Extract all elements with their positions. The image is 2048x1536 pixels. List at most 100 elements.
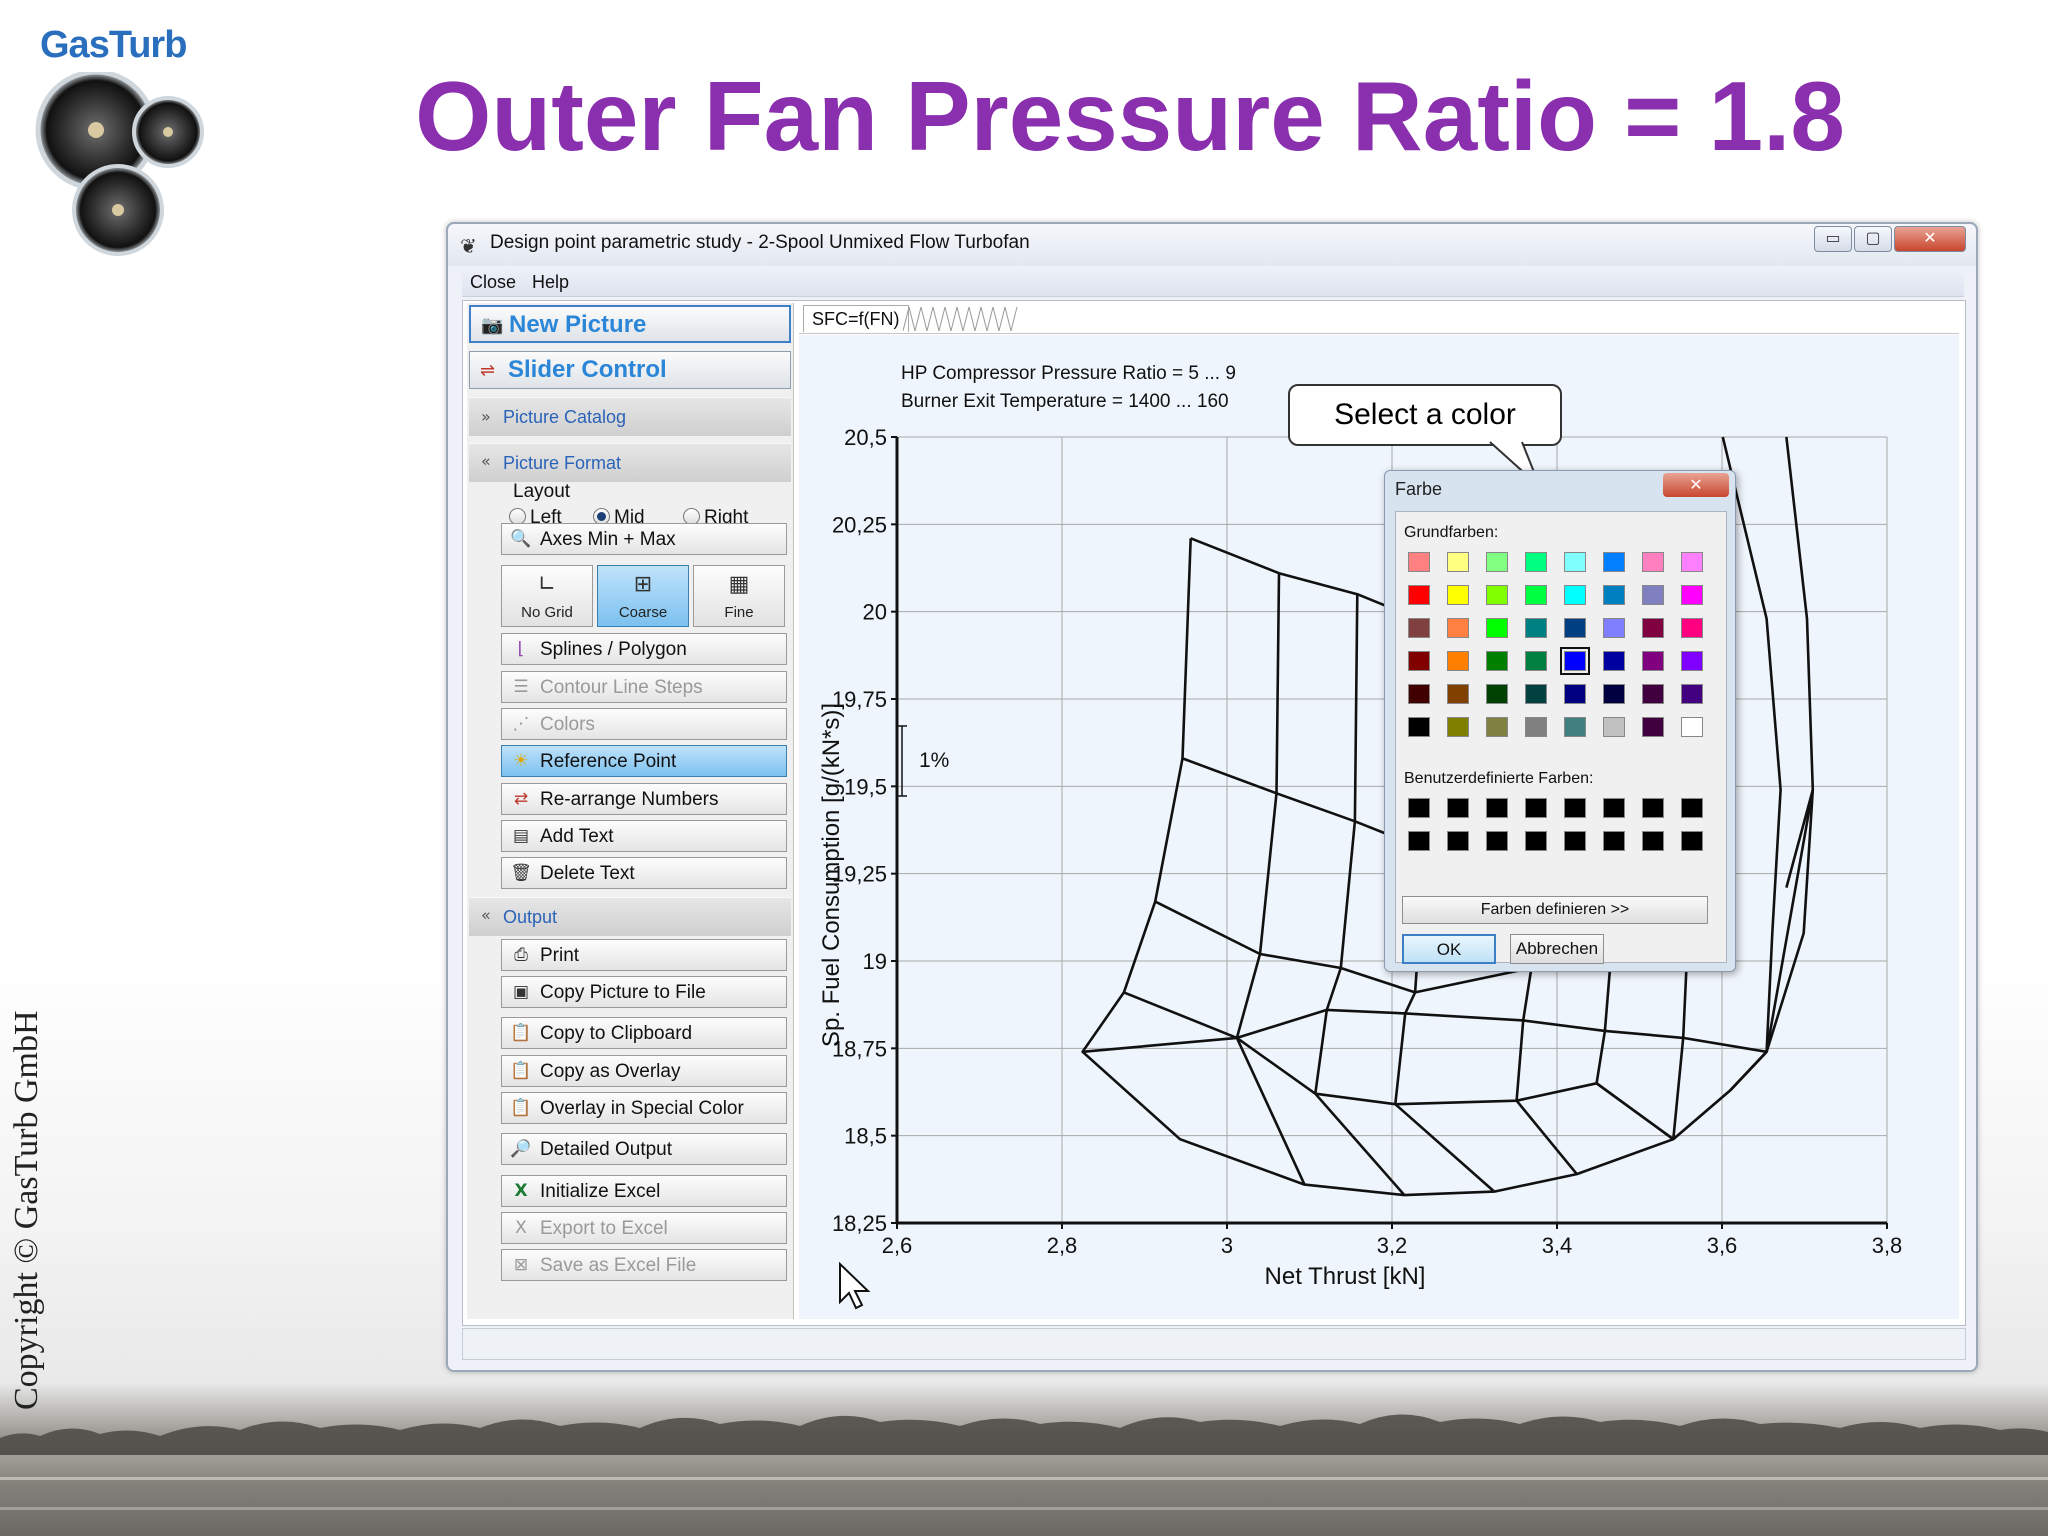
basic-color-swatch[interactable] (1447, 618, 1469, 638)
ok-button[interactable]: OK (1402, 934, 1496, 964)
basic-color-swatch[interactable] (1564, 684, 1586, 704)
define-colors-button[interactable]: Farben definieren >> (1402, 896, 1708, 924)
splines-polygon-button[interactable]: ⌊ Splines / Polygon (501, 633, 787, 665)
custom-color-swatch[interactable] (1564, 798, 1586, 818)
coarse-grid-button[interactable]: ⊞ Coarse (597, 565, 689, 627)
detailed-output-button[interactable]: 🔎 Detailed Output (501, 1133, 787, 1165)
basic-color-swatch[interactable] (1525, 585, 1547, 605)
basic-color-swatch[interactable] (1486, 585, 1508, 605)
basic-color-swatch[interactable] (1408, 717, 1430, 737)
basic-color-swatch[interactable] (1681, 717, 1703, 737)
reference-point-button[interactable]: ☀ Reference Point (501, 745, 787, 777)
initialize-excel-button[interactable]: X Initialize Excel (501, 1175, 787, 1207)
basic-color-swatch[interactable] (1408, 552, 1430, 572)
minimize-button[interactable]: ▭ (1814, 226, 1852, 252)
custom-color-swatch[interactable] (1642, 798, 1664, 818)
rearrange-numbers-button[interactable]: ⇄ Re-arrange Numbers (501, 783, 787, 815)
overlay-special-color-button[interactable]: 📋 Overlay in Special Color (501, 1092, 787, 1124)
custom-color-swatch[interactable] (1447, 831, 1469, 851)
custom-color-swatch[interactable] (1681, 831, 1703, 851)
section-picture-format[interactable]: » Picture Format (469, 443, 791, 482)
close-window-button[interactable]: ✕ (1894, 226, 1966, 252)
export-to-excel-button[interactable]: X Export to Excel (501, 1212, 787, 1244)
basic-color-swatch[interactable] (1642, 585, 1664, 605)
basic-color-swatch[interactable] (1525, 618, 1547, 638)
basic-color-swatch[interactable] (1642, 552, 1664, 572)
basic-color-swatch[interactable] (1681, 684, 1703, 704)
custom-color-swatch[interactable] (1642, 831, 1664, 851)
slider-control-button[interactable]: ⇌ Slider Control (469, 351, 791, 389)
basic-color-swatch[interactable] (1564, 717, 1586, 737)
maximize-button[interactable]: ▢ (1854, 226, 1892, 252)
basic-color-swatch[interactable] (1681, 552, 1703, 572)
basic-color-swatch[interactable] (1408, 651, 1430, 671)
basic-color-swatch[interactable] (1603, 618, 1625, 638)
basic-color-swatch[interactable] (1486, 651, 1508, 671)
new-picture-button[interactable]: 📷 New Picture (469, 305, 791, 343)
basic-color-swatch[interactable] (1408, 618, 1430, 638)
basic-color-swatch[interactable] (1642, 717, 1664, 737)
basic-color-swatch[interactable] (1681, 618, 1703, 638)
basic-color-swatch[interactable] (1525, 552, 1547, 572)
basic-color-swatch[interactable] (1603, 717, 1625, 737)
basic-color-swatch[interactable] (1525, 684, 1547, 704)
section-picture-catalog[interactable]: » Picture Catalog (469, 397, 791, 436)
basic-color-swatch[interactable] (1486, 717, 1508, 737)
custom-color-swatch[interactable] (1681, 798, 1703, 818)
custom-color-swatch[interactable] (1525, 831, 1547, 851)
custom-color-swatch[interactable] (1486, 831, 1508, 851)
basic-color-swatch[interactable] (1681, 585, 1703, 605)
menu-help[interactable]: Help (532, 272, 569, 293)
menu-close[interactable]: Close (470, 272, 516, 293)
axes-min-max-button[interactable]: 🔍 Axes Min + Max (501, 523, 787, 555)
basic-color-swatch[interactable] (1642, 618, 1664, 638)
basic-color-swatch[interactable] (1603, 684, 1625, 704)
add-text-button[interactable]: ▤ Add Text (501, 820, 787, 852)
no-grid-button[interactable]: ∟ No Grid (501, 565, 593, 627)
basic-color-swatch[interactable] (1525, 651, 1547, 671)
basic-color-swatch[interactable] (1486, 618, 1508, 638)
custom-color-swatch[interactable] (1603, 798, 1625, 818)
basic-color-swatch[interactable] (1447, 717, 1469, 737)
copy-to-clipboard-button[interactable]: 📋 Copy to Clipboard (501, 1017, 787, 1049)
custom-color-swatch[interactable] (1408, 798, 1430, 818)
basic-color-swatch[interactable] (1408, 684, 1430, 704)
basic-color-swatch[interactable] (1642, 651, 1664, 671)
basic-color-swatch[interactable] (1486, 684, 1508, 704)
basic-color-swatch[interactable] (1603, 651, 1625, 671)
basic-color-swatch[interactable] (1447, 651, 1469, 671)
dialog-close-button[interactable]: ✕ (1663, 473, 1729, 497)
basic-color-swatch[interactable] (1560, 647, 1590, 675)
copy-as-overlay-button[interactable]: 📋 Copy as Overlay (501, 1055, 787, 1087)
basic-color-swatch[interactable] (1447, 585, 1469, 605)
print-button[interactable]: ⎙ Print (501, 939, 787, 971)
basic-color-swatch[interactable] (1681, 651, 1703, 671)
basic-color-swatch[interactable] (1642, 684, 1664, 704)
section-output[interactable]: » Output (469, 897, 791, 936)
basic-color-swatch[interactable] (1408, 585, 1430, 605)
fine-grid-button[interactable]: ▦ Fine (693, 565, 785, 627)
basic-color-swatch[interactable] (1603, 552, 1625, 572)
custom-color-swatch[interactable] (1408, 831, 1430, 851)
basic-color-swatch[interactable] (1564, 618, 1586, 638)
custom-color-swatch[interactable] (1486, 798, 1508, 818)
basic-color-swatch[interactable] (1564, 585, 1586, 605)
tab-sfc-fn[interactable]: SFC=f(FN) (803, 305, 909, 332)
contour-line-steps-button[interactable]: ☰ Contour Line Steps (501, 671, 787, 703)
basic-color-swatch[interactable] (1447, 552, 1469, 572)
copy-picture-to-file-button[interactable]: ▣ Copy Picture to File (501, 976, 787, 1008)
custom-color-swatch[interactable] (1564, 831, 1586, 851)
custom-color-swatch[interactable] (1447, 798, 1469, 818)
save-as-excel-button[interactable]: ⊠ Save as Excel File (501, 1249, 787, 1281)
basic-color-swatch[interactable] (1603, 585, 1625, 605)
colors-button[interactable]: ⋰ Colors (501, 708, 787, 740)
delete-text-button[interactable]: 🗑 Delete Text (501, 857, 787, 889)
basic-color-swatch[interactable] (1525, 717, 1547, 737)
basic-color-swatch[interactable] (1564, 552, 1586, 572)
window-titlebar[interactable]: ❦ Design point parametric study - 2-Spoo… (448, 224, 1976, 266)
custom-color-swatch[interactable] (1525, 798, 1547, 818)
basic-color-swatch[interactable] (1447, 684, 1469, 704)
cancel-button[interactable]: Abbrechen (1510, 934, 1604, 964)
custom-color-swatch[interactable] (1603, 831, 1625, 851)
basic-color-swatch[interactable] (1486, 552, 1508, 572)
